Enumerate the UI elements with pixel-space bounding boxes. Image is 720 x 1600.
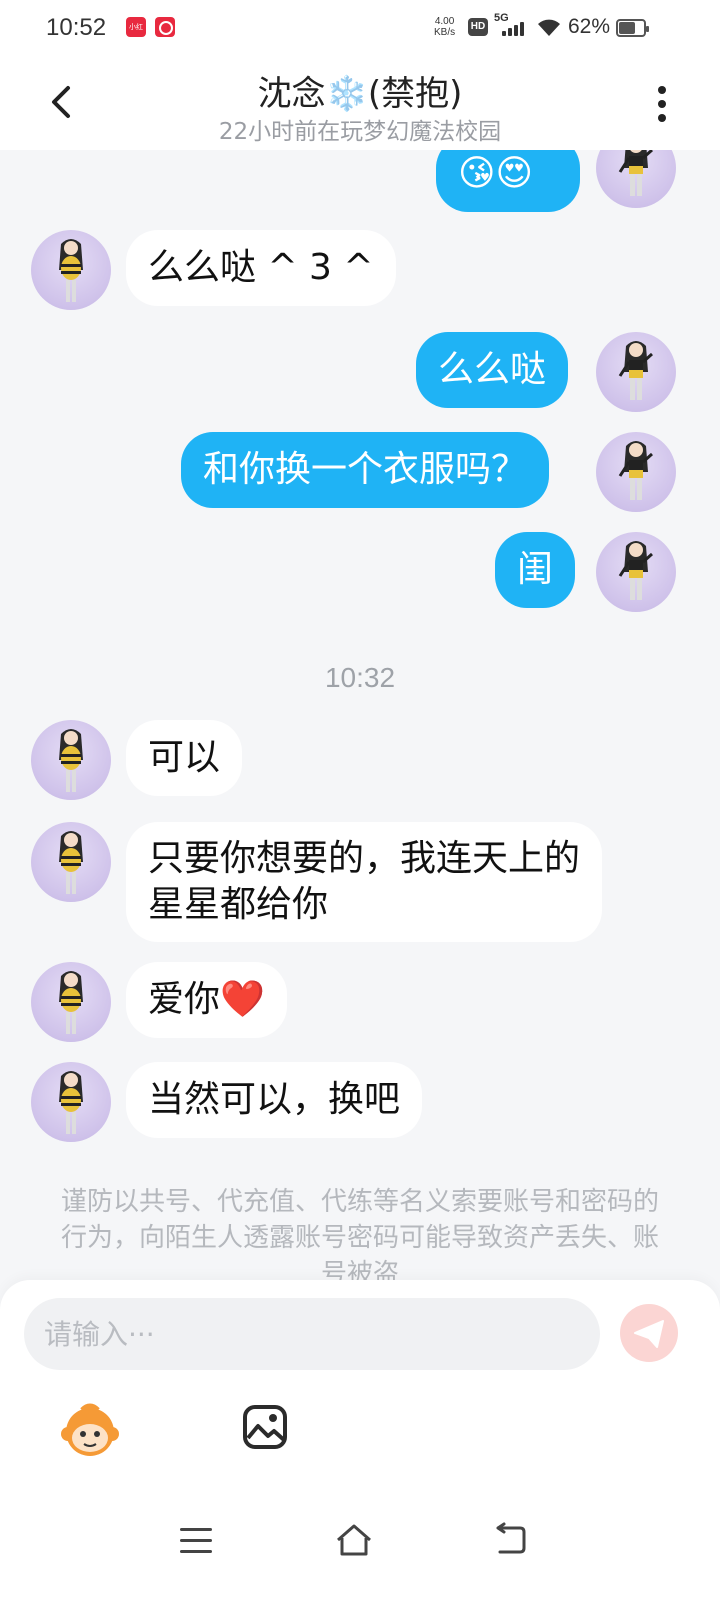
app-notification-icon: 小红书 bbox=[126, 17, 146, 51]
my-avatar[interactable] bbox=[596, 532, 676, 612]
monkey-emoji-icon[interactable] bbox=[60, 1400, 120, 1460]
signal-icon bbox=[502, 22, 528, 36]
wifi-icon bbox=[538, 19, 560, 36]
contact-name: 沈念❄️(禁抱) bbox=[257, 74, 463, 114]
message-bubble-sent[interactable]: 😘😍 bbox=[436, 150, 580, 212]
my-avatar-figure bbox=[618, 150, 653, 196]
my-avatar-figure bbox=[618, 441, 653, 500]
security-warning: 谨防以共号、代充值、代练等名义索要账号和密码的行为，向陌生人透露账号密码可能导致… bbox=[60, 1187, 659, 1280]
contact-avatar[interactable] bbox=[31, 230, 111, 310]
my-avatar-figure bbox=[618, 541, 653, 600]
battery-icon bbox=[616, 19, 649, 37]
message-bubble-received[interactable]: 当然可以，换吧 bbox=[126, 1062, 423, 1138]
message-bubble-received[interactable]: 么么哒 ^ 3 ^ bbox=[126, 230, 396, 306]
contact-status: 22小时前在玩梦幻魔法校园 bbox=[218, 119, 502, 145]
contact-avatar[interactable] bbox=[31, 962, 111, 1042]
status-time: 10:52 bbox=[46, 14, 107, 41]
contact-avatar-figure bbox=[59, 1071, 83, 1134]
network-speed-value: 4.00 bbox=[434, 16, 455, 27]
message-bubble-received[interactable]: 可以 bbox=[126, 720, 243, 796]
message-bubble-sent[interactable]: 么么哒 bbox=[416, 332, 569, 408]
my-avatar-figure bbox=[618, 341, 653, 400]
message-bubble-sent[interactable]: 和你换一个衣服吗？ bbox=[181, 432, 550, 508]
contact-avatar[interactable] bbox=[31, 1062, 111, 1142]
send-icon bbox=[634, 1320, 664, 1348]
battery-percent: 62% bbox=[568, 15, 611, 38]
contact-avatar-figure bbox=[59, 729, 83, 792]
contact-avatar-figure bbox=[59, 971, 83, 1034]
message-text: 爱你 bbox=[148, 979, 221, 1020]
chat-header: 沈念❄️(禁抱) 22小时前在玩梦幻魔法校园 bbox=[0, 56, 720, 150]
message-timestamp: 10:32 bbox=[324, 662, 396, 693]
network-speed: 4.00 KB/s bbox=[434, 16, 455, 38]
heart-emoji-icon: ❤️ bbox=[220, 979, 265, 1020]
contact-avatar-figure bbox=[59, 831, 83, 894]
my-avatar[interactable] bbox=[596, 432, 676, 512]
app-notification-icon-2 bbox=[155, 17, 175, 37]
my-avatar[interactable] bbox=[596, 332, 676, 412]
hd-icon: HD bbox=[468, 18, 488, 36]
system-nav-bar bbox=[0, 1500, 720, 1600]
more-vertical-icon[interactable] bbox=[650, 82, 674, 126]
image-icon[interactable] bbox=[242, 1404, 288, 1450]
message-bubble-sent[interactable]: 闺 bbox=[495, 532, 576, 608]
send-button[interactable] bbox=[620, 1304, 678, 1362]
home-icon[interactable] bbox=[334, 1520, 374, 1560]
status-bar: 10:52 小红书 4.00 KB/s HD 5G 62% bbox=[0, 0, 720, 56]
contact-avatar[interactable] bbox=[31, 720, 111, 800]
contact-avatar-figure bbox=[59, 239, 83, 302]
message-bubble-received[interactable]: 只要你想要的，我连天上的星星都给你 bbox=[126, 822, 602, 942]
my-avatar[interactable] bbox=[596, 150, 676, 208]
menu-icon[interactable] bbox=[180, 1526, 212, 1556]
contact-avatar[interactable] bbox=[31, 822, 111, 902]
back-icon[interactable] bbox=[494, 1522, 528, 1556]
message-input[interactable] bbox=[24, 1298, 600, 1370]
message-bubble-received[interactable]: 爱你❤️ bbox=[126, 962, 287, 1038]
message-list[interactable]: 😘😍 么么哒 ^ 3 ^ 么么哒 和你换一个衣服吗？ 闺 10:32 可以 只要… bbox=[0, 150, 720, 1280]
network-speed-unit: KB/s bbox=[434, 27, 456, 38]
